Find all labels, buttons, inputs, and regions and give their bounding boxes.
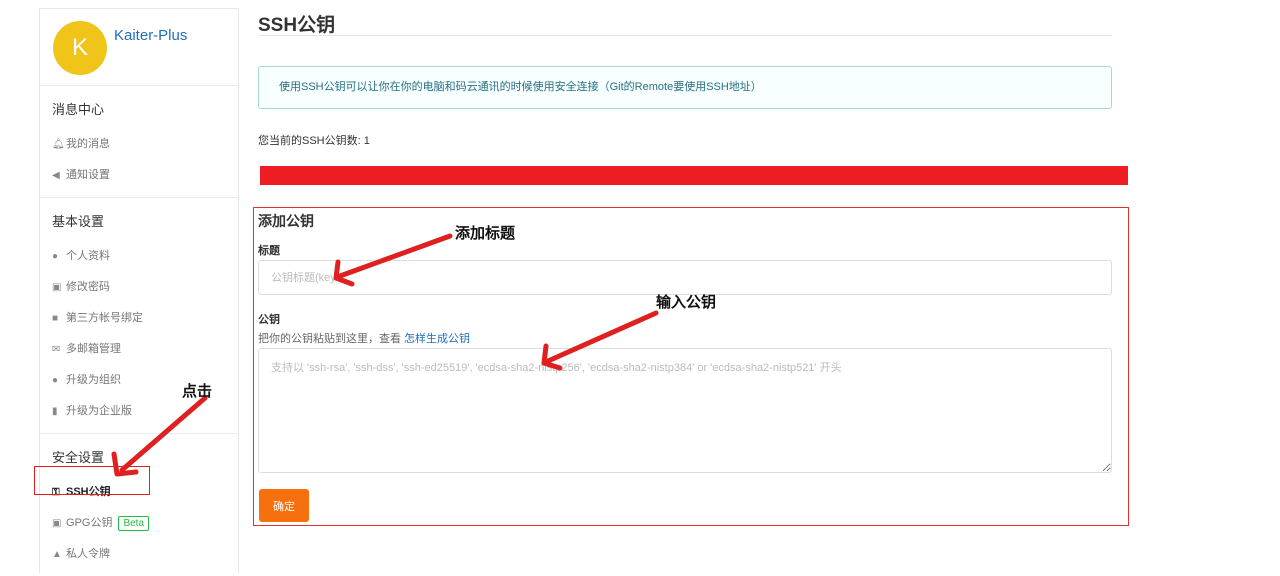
mail-icon: ✉︎ [52, 344, 61, 355]
sidebar-item-label: 个人资料 [66, 250, 110, 262]
key-help-text: 把你的公钥粘贴到这里，查看 怎样生成公钥 [258, 330, 470, 346]
sidebar-item-my-messages[interactable]: 🔔︎我的消息 [40, 129, 238, 160]
unlock-icon: ▣ [52, 282, 62, 293]
section-title-messages: 消息中心 [52, 102, 105, 117]
lock-icon: ▣ [52, 518, 62, 529]
ssh-key-count: 您当前的SSH公钥数: 1 [258, 135, 370, 147]
sidebar-item-label: 升级为企业版 [66, 405, 132, 417]
title-label: 标题 [258, 245, 280, 257]
public-key-textarea[interactable] [258, 348, 1112, 473]
page-title: SSH公钥 [258, 15, 336, 36]
sidebar-item-private-tokens[interactable]: ▲ 私人令牌 [40, 539, 238, 570]
spy-icon: ▲ [52, 549, 62, 560]
section-messages: 消息中心 🔔︎我的消息 ◀︎ 通知设置 [40, 86, 238, 198]
add-key-heading: 添加公钥 [258, 213, 314, 229]
sidebar-item-label: 多邮箱管理 [66, 343, 121, 355]
section-security: 安全设置 ⚿︎ SSH公钥 ▣ GPG公钥 Beta ▲ 私人令牌 [40, 434, 238, 576]
redaction-bar [260, 166, 1128, 185]
sidebar-item-label: 第三方帐号绑定 [66, 312, 143, 324]
sidebar-item-profile[interactable]: ● 个人资料 [40, 241, 238, 272]
beta-badge: Beta [118, 516, 150, 531]
building-icon: ▮ [52, 406, 58, 417]
key-help-label: 把你的公钥粘贴到这里，查看 [258, 333, 405, 345]
users-icon: ● [52, 375, 59, 386]
how-to-generate-key-link[interactable]: 怎样生成公钥 [404, 333, 470, 345]
user-icon: ● [52, 251, 59, 262]
annotation-highlight-box [34, 466, 150, 495]
sidebar-item-label: GPG公钥 [66, 517, 113, 529]
id-card-icon: ■ [52, 313, 59, 324]
annotation-add-title: 添加标题 [455, 224, 516, 242]
divider [258, 35, 1112, 36]
sidebar-item-gpg-keys[interactable]: ▣ GPG公钥 Beta [40, 508, 238, 539]
avatar[interactable]: K [53, 21, 107, 75]
sidebar-item-third-party[interactable]: ■ 第三方帐号绑定 [40, 303, 238, 334]
bell-icon: 🔔︎ [52, 139, 65, 150]
key-title-input[interactable] [258, 260, 1112, 295]
sidebar-item-label: 通知设置 [66, 169, 110, 181]
sidebar-item-change-password[interactable]: ▣ 修改密码 [40, 272, 238, 303]
sidebar-item-label: 私人令牌 [66, 548, 110, 560]
speaker-icon: ◀︎ [52, 170, 60, 181]
key-label: 公钥 [258, 314, 280, 326]
sidebar-item-label: 修改密码 [66, 281, 110, 293]
sidebar-item-emails[interactable]: ✉︎ 多邮箱管理 [40, 334, 238, 365]
username-link[interactable]: Kaiter-Plus [114, 27, 187, 44]
annotation-click: 点击 [182, 382, 213, 400]
sidebar-item-label: 我的消息 [66, 138, 110, 150]
profile-card: K Kaiter-Plus [40, 9, 238, 86]
info-message: 使用SSH公钥可以让你在你的电脑和码云通讯的时候使用安全连接（Git的Remot… [258, 66, 1112, 109]
annotation-input-key: 输入公钥 [656, 293, 717, 311]
sidebar-item-label: 升级为组织 [66, 374, 121, 386]
confirm-button[interactable]: 确定 [259, 489, 309, 522]
section-title-basic: 基本设置 [52, 214, 105, 229]
sidebar-item-notification-settings[interactable]: ◀︎ 通知设置 [40, 160, 238, 191]
